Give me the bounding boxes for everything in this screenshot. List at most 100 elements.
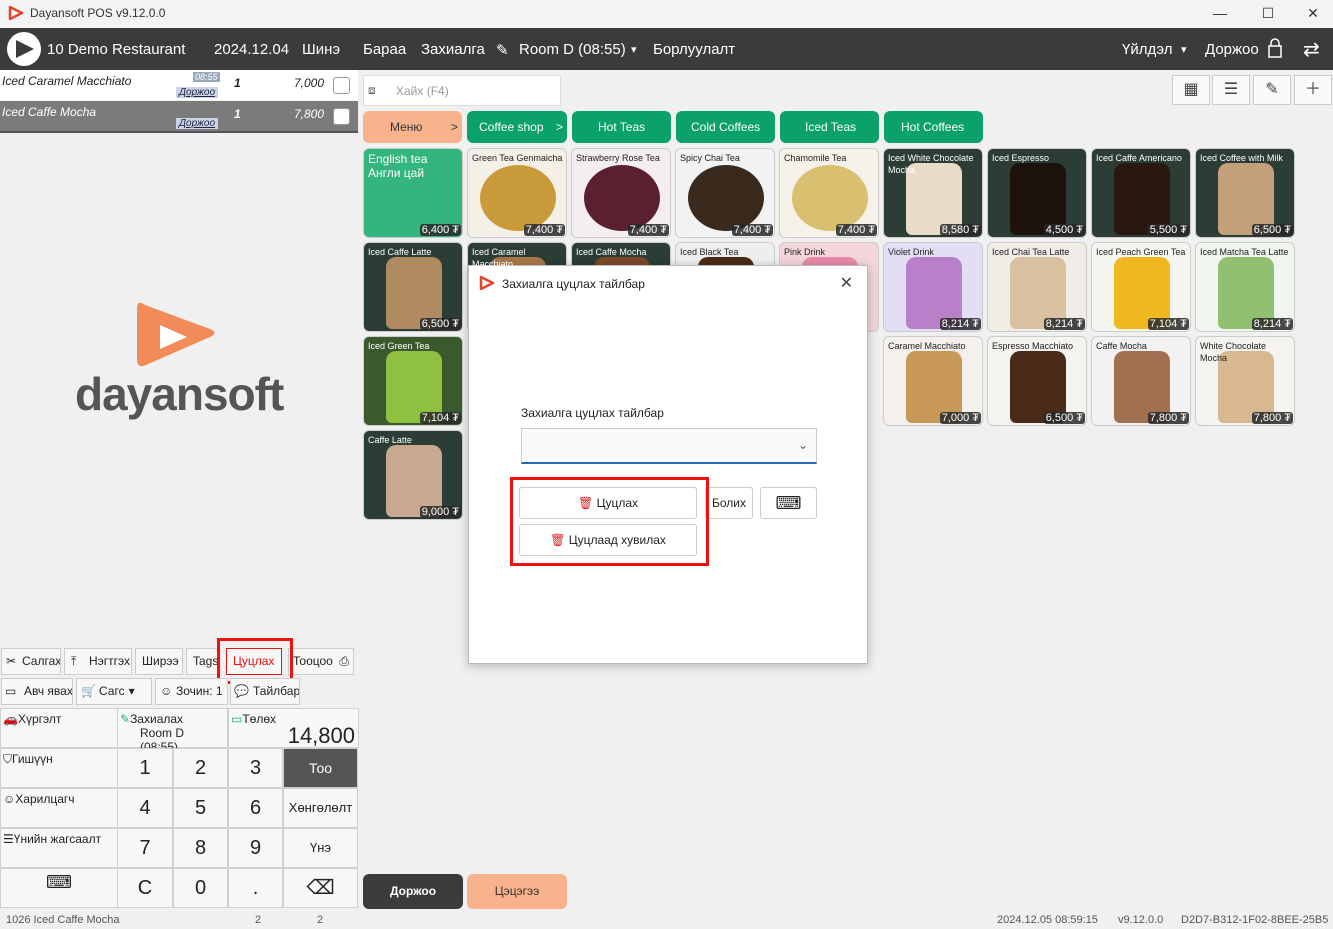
key-0[interactable]: 0	[173, 868, 228, 908]
pricelist-button[interactable]: ☰Үнийн жагсаалт	[0, 828, 118, 868]
product-tile[interactable]: Violet Drink 8,214 ₮	[883, 242, 983, 332]
category-hot-coffees[interactable]: Hot Coffees	[884, 111, 983, 143]
chevron-right-icon: >	[555, 120, 563, 134]
product-tile[interactable]: Iced Espresso 4,500 ₮	[987, 148, 1087, 238]
key-dot[interactable]: .	[228, 868, 283, 908]
waiter-dorjoo-button[interactable]: Доржоо	[363, 874, 463, 909]
order-item-checkbox[interactable]	[333, 108, 350, 125]
note-button[interactable]: 💬 Тайлбар	[230, 678, 300, 705]
key-6[interactable]: 6	[228, 788, 283, 828]
close-window-button[interactable]: ✕	[1293, 2, 1333, 24]
waiter-tsetsegee-button[interactable]: Цэцэгээ	[467, 874, 567, 909]
status-count-2: 2	[317, 914, 324, 926]
product-name: Chamomile Tea	[784, 153, 847, 163]
product-tile[interactable]: Iced Peach Green Tea 7,104 ₮	[1091, 242, 1191, 332]
product-tile[interactable]: Iced White Chocolate Mocha 8,580 ₮	[883, 148, 983, 238]
product-tile[interactable]: Iced Coffee with Milk 6,500 ₮	[1195, 148, 1295, 238]
product-tile[interactable]: Iced Caffe Americano 5,500 ₮	[1091, 148, 1191, 238]
key-5[interactable]: 5	[173, 788, 228, 828]
product-name: Pink Drink	[784, 247, 826, 257]
restaurant-name[interactable]: 10 Demo Restaurant	[47, 41, 185, 58]
member-button[interactable]: ⛉Гишүүн	[0, 748, 118, 788]
cart-button[interactable]: 🛒 Сагс ▾	[76, 678, 152, 705]
minimize-button[interactable]: —	[1200, 2, 1240, 24]
product-tile[interactable]: White Chocolate Mocha 7,800 ₮	[1195, 336, 1295, 426]
product-tile[interactable]: English tea Англи цай 6,400 ₮	[363, 148, 463, 238]
merge-button[interactable]: ⤒ Нэгтгэх	[64, 648, 132, 675]
key-9[interactable]: 9	[228, 828, 283, 868]
swap-icon[interactable]: ⇄	[1303, 37, 1320, 62]
product-price: 8,214 ₮	[939, 318, 981, 330]
order-row[interactable]: Iced Caffe Mocha Доржоо 1 7,800	[0, 101, 358, 131]
product-tile[interactable]: Caffe Latte 9,000 ₮	[363, 430, 463, 520]
key-1[interactable]: 1	[117, 748, 173, 788]
order-row[interactable]: Iced Caramel Macchiato 08:55 Доржоо 1 7,…	[0, 70, 358, 100]
table-button[interactable]: Ширээ	[135, 648, 183, 675]
product-tile[interactable]: Strawberry Rose Tea 7,400 ₮	[571, 148, 671, 238]
product-name: Iced Black Tea	[680, 247, 739, 257]
menu-orders[interactable]: Захиалга	[421, 41, 485, 58]
product-tile[interactable]: Espresso Macchiato 6,500 ₮	[987, 336, 1087, 426]
product-name: English tea Англи цай	[368, 152, 428, 180]
add-button[interactable]: ＋	[1294, 75, 1332, 105]
product-tile[interactable]: Caramel Macchiato 7,000 ₮	[883, 336, 983, 426]
key-7[interactable]: 7	[117, 828, 173, 868]
product-price: 8,214 ₮	[1251, 318, 1293, 330]
category-cold-coffees[interactable]: Cold Coffees	[676, 111, 775, 143]
key-clear[interactable]: C	[117, 868, 173, 908]
qty-button[interactable]: Тоо	[283, 748, 358, 788]
category-menu[interactable]: Меню >	[363, 111, 462, 143]
product-tile[interactable]: Spicy Chai Tea 7,400 ₮	[675, 148, 775, 238]
list-view-button[interactable]: ☰	[1212, 75, 1250, 105]
takeaway-button[interactable]: ▭ Авч явах	[1, 678, 73, 705]
customer-button[interactable]: ☺Харилцагч	[0, 788, 118, 828]
key-2[interactable]: 2	[173, 748, 228, 788]
restaurant-logo-icon	[4, 31, 44, 71]
app-logo-icon	[8, 5, 24, 25]
menu-new[interactable]: Шинэ	[302, 41, 340, 58]
grid-view-button[interactable]: ▦	[1172, 75, 1210, 105]
bill-button[interactable]: Тооцоо ⎙	[288, 648, 354, 675]
keyboard-button[interactable]: ⌨	[0, 868, 118, 908]
menu-products[interactable]: Бараа	[363, 41, 406, 58]
cancel-reason-select[interactable]: ⌄	[521, 428, 817, 464]
product-name: Iced Chai Tea Latte	[992, 247, 1070, 257]
lock-icon[interactable]	[1267, 38, 1283, 62]
product-price: 7,400 ₮	[523, 224, 565, 236]
product-tile[interactable]: Iced Chai Tea Latte 8,214 ₮	[987, 242, 1087, 332]
price-button[interactable]: Үнэ	[283, 828, 358, 868]
menu-sales[interactable]: Борлуулалт	[653, 41, 735, 58]
category-iced-teas[interactable]: Iced Teas	[780, 111, 879, 143]
tags-button[interactable]: Tags	[186, 648, 220, 675]
product-name: Caffe Latte	[368, 435, 412, 445]
chevron-down-icon[interactable]: ▾	[631, 43, 637, 56]
keyboard-button[interactable]: ⌨	[760, 487, 817, 519]
order-item-checkbox[interactable]	[333, 77, 350, 94]
maximize-button[interactable]: ☐	[1248, 2, 1288, 24]
menu-room[interactable]: Room D (08:55)	[519, 41, 626, 58]
menu-user[interactable]: Доржоо	[1205, 41, 1259, 58]
product-tile[interactable]: Iced Caffe Latte 6,500 ₮	[363, 242, 463, 332]
key-4[interactable]: 4	[117, 788, 173, 828]
product-tile[interactable]: Green Tea Genmaicha 7,400 ₮	[467, 148, 567, 238]
close-dialog-button[interactable]: Болих	[705, 487, 753, 519]
close-icon[interactable]: ✕	[840, 273, 853, 293]
split-button[interactable]: ✂ Салгах	[1, 648, 61, 675]
category-hot-teas[interactable]: Hot Teas	[572, 111, 671, 143]
discount-button[interactable]: Хөнгөлөлт	[283, 788, 358, 828]
key-3[interactable]: 3	[228, 748, 283, 788]
cancel-order-dialog: Захиалга цуцлах тайлбар ✕ Захиалга цуцла…	[468, 265, 868, 664]
search-input[interactable]: ⧈ Хайх (F4)	[363, 75, 561, 106]
product-tile[interactable]: Iced Green Tea 7,104 ₮	[363, 336, 463, 426]
category-coffee-shop[interactable]: Coffee shop >	[467, 111, 567, 143]
guests-button[interactable]: ☺ Зочин: 1	[155, 678, 228, 705]
product-tile[interactable]: Iced Matcha Tea Latte 8,214 ₮	[1195, 242, 1295, 332]
edit-button[interactable]: ✎	[1253, 75, 1291, 105]
menu-actions[interactable]: Үйлдэл	[1122, 41, 1172, 58]
key-8[interactable]: 8	[173, 828, 228, 868]
cart-icon: 🛒	[81, 684, 96, 698]
backspace-button[interactable]: ⌫	[283, 868, 358, 908]
list-icon: ☰	[3, 832, 14, 846]
product-tile[interactable]: Chamomile Tea 7,400 ₮	[779, 148, 879, 238]
product-tile[interactable]: Caffe Mocha 7,800 ₮	[1091, 336, 1191, 426]
